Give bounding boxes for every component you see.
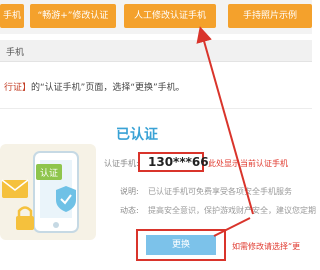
instruction-rest: 的“认证手机”页面，选择“更换”手机。	[31, 83, 185, 93]
phone-value-highlight: 130***66	[138, 152, 209, 172]
description-text: 已认证手机可免费享受各项安全手机服务	[148, 187, 292, 196]
tab-handheld-photo-example[interactable]: 手持照片示例	[228, 4, 312, 28]
change-note: 如需修改请选择“更	[232, 242, 301, 251]
phone-verification-illustration: 认证	[0, 144, 96, 240]
phone-value: 130***66	[148, 155, 209, 169]
current-phone-note: 此处显示当前认证手机	[208, 159, 288, 168]
breadcrumb-text: 手机	[6, 48, 25, 58]
phone-label: 认证手机:	[104, 159, 139, 168]
instruction-link[interactable]: 行证】	[4, 83, 31, 93]
tab-changyou-modify[interactable]: “畅游+”修改认证	[30, 4, 116, 28]
tab-phone[interactable]: 手机	[0, 4, 24, 28]
verified-badge-text: 认证	[40, 167, 58, 179]
breadcrumb: 手机	[0, 40, 312, 62]
instruction-text: 行证】的“认证手机”页面，选择“更换”手机。	[4, 80, 185, 93]
tip-label: 动态:	[120, 206, 139, 215]
change-phone-button[interactable]: 更换	[146, 235, 216, 255]
tab-manual-modify-phone[interactable]: 人工修改认证手机	[124, 4, 216, 28]
tab-bar: 手机 “畅游+”修改认证 人工修改认证手机 手持照片示例	[0, 0, 312, 34]
verified-status-title: 已认证	[116, 127, 158, 143]
tip-text: 提高安全意识，保护游戏财产安全，建议您定期	[148, 206, 316, 215]
description-label: 说明:	[120, 187, 139, 196]
